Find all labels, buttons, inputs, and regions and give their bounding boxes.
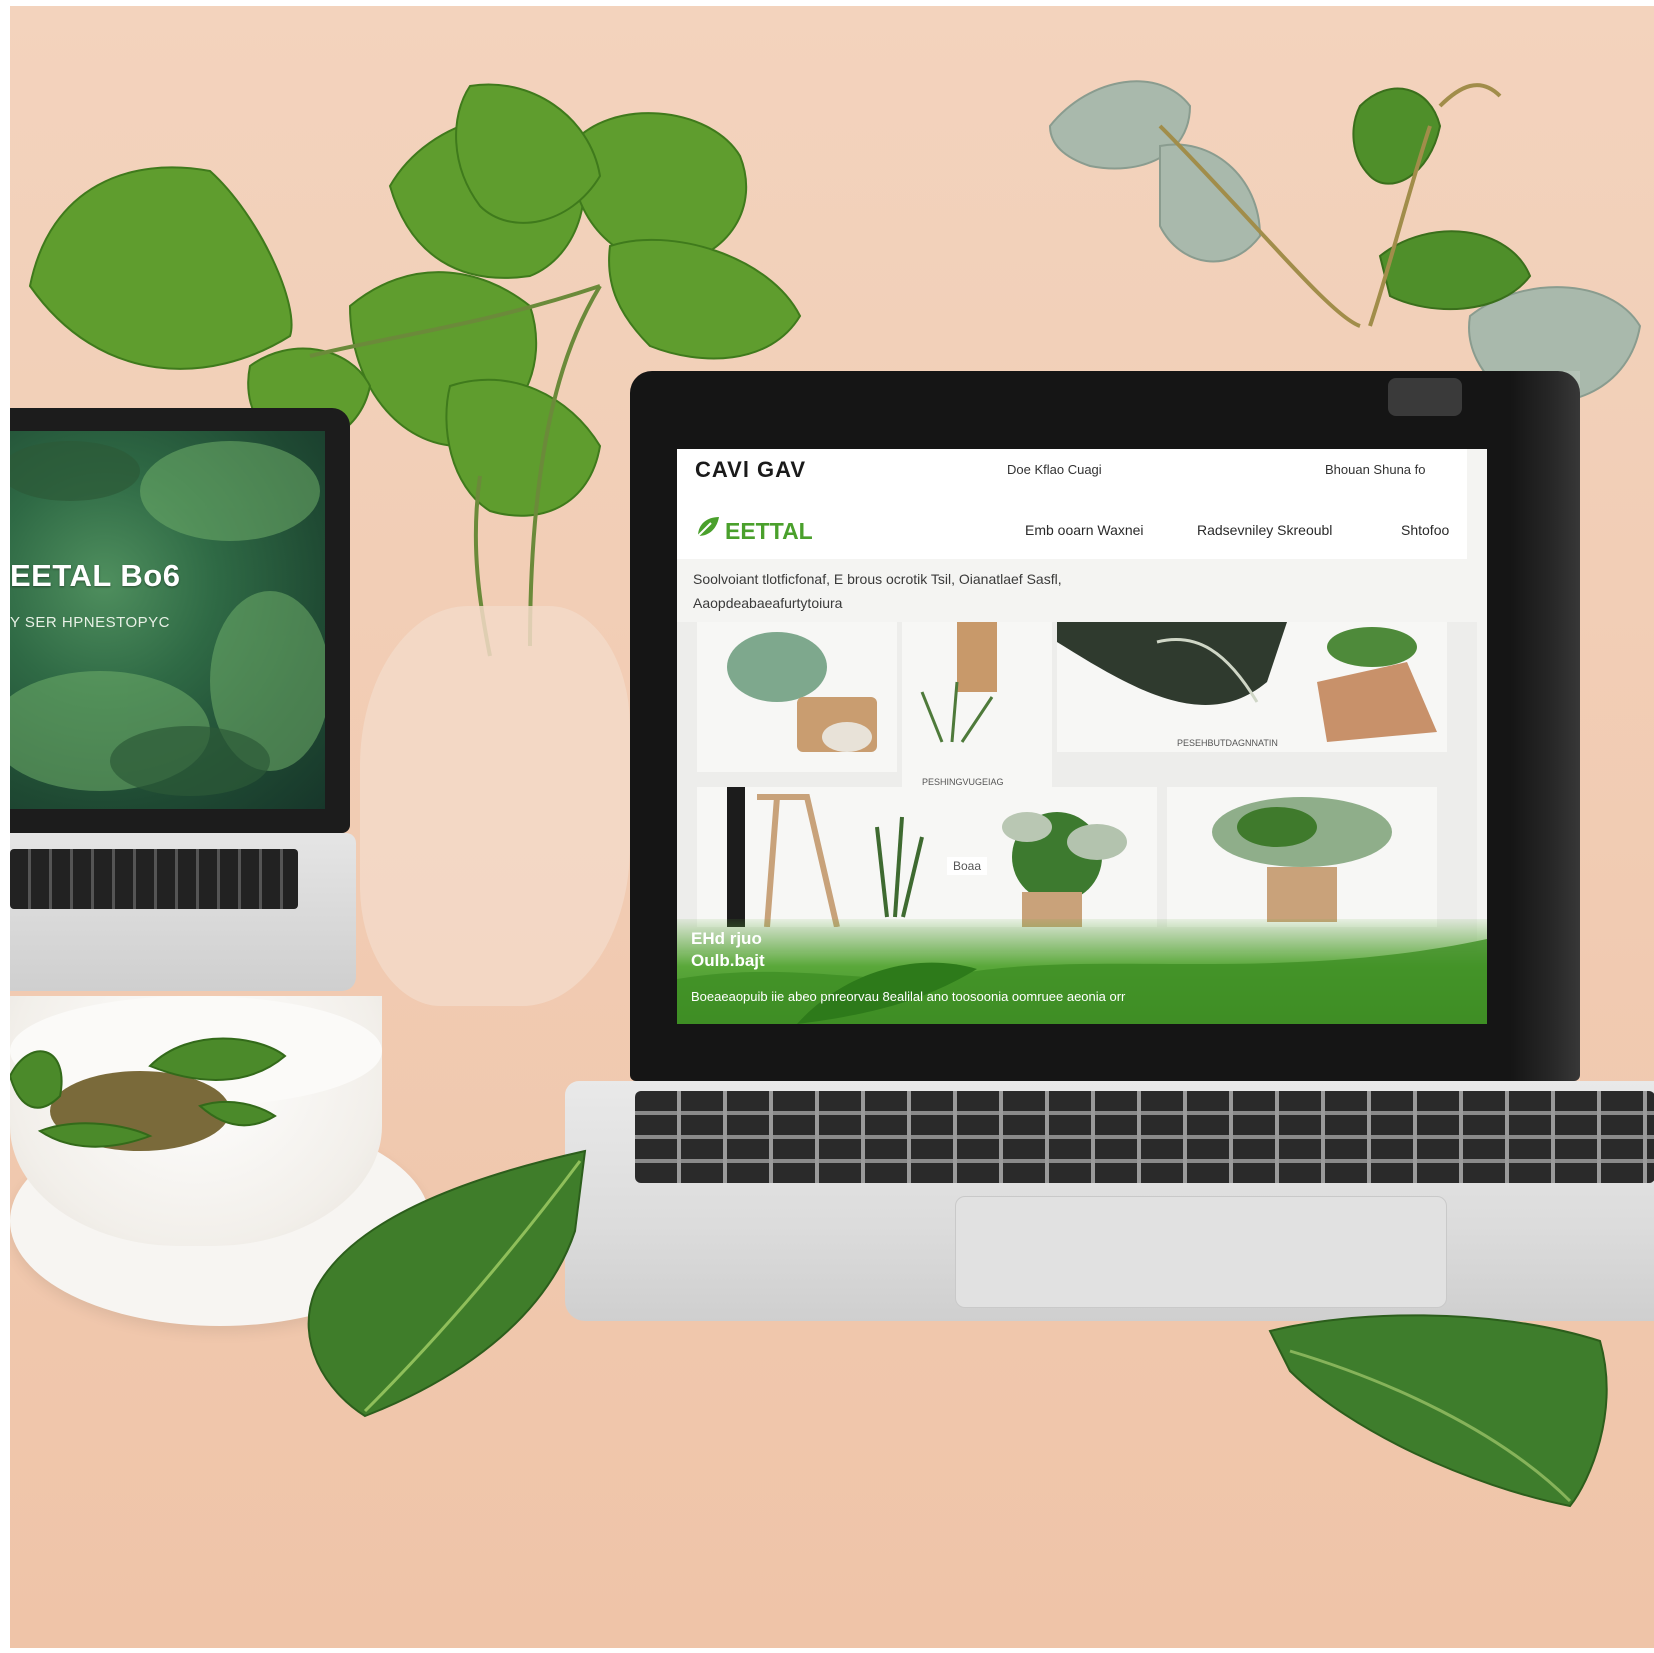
linen-cloth (360, 606, 630, 1006)
gallery-tile-5-label: Boaa (947, 857, 988, 875)
site-navbar: EETTAL Emb ooarn Waxnei Radsevniley Skre… (677, 489, 1467, 559)
hero-heading-line-1: EHd rjuo (691, 929, 762, 948)
gallery-tile-5[interactable]: Boaa (697, 787, 1157, 928)
product-gallery: PESHINGVUGEIAG PESEHBUTDAGNNATIN Boaa (677, 622, 1477, 952)
gallery-tile-1[interactable] (697, 622, 897, 772)
bowl-herbs (10, 1037, 287, 1151)
main-laptop-keyboard (635, 1091, 1654, 1183)
webcam (1388, 378, 1462, 416)
trackpad (955, 1196, 1447, 1308)
topbar-account-link[interactable]: Bhouan Shuna fo (1325, 462, 1425, 477)
leaf-foreground-left (307, 1149, 587, 1418)
nav-link-2[interactable]: Radsevniley Skreoubl (1197, 522, 1332, 538)
gallery-tile-2[interactable]: PESHINGVUGEIAG (902, 622, 1052, 792)
leaf-logo-icon (697, 517, 719, 537)
leaf-foreground-right (1268, 1314, 1608, 1508)
hero-caption: Boeaeaopuib iie abeo pnreorvau 8ealilal … (691, 989, 1126, 1004)
intro-text-line-1: Soolvoiant tlotficfonaf, E brous ocrotik… (693, 571, 1062, 587)
nav-link-3[interactable]: Shtofoo (1401, 522, 1449, 538)
intro-text-line-2: Aaopdeabaeafurtytoiura (693, 595, 843, 611)
nav-link-1[interactable]: Emb ooarn Waxnei (1025, 522, 1144, 538)
left-screen-subtitle: Y SER HPNESTOPYC (10, 614, 170, 631)
site-brand[interactable]: CAVl GAV (695, 457, 806, 483)
gallery-tile-6[interactable] (1167, 787, 1437, 927)
hero-heading-line-2: Oulb.bajt (691, 951, 765, 970)
topbar-links[interactable]: Doe Kflao Cuagi (1007, 462, 1102, 477)
gallery-tile-3[interactable]: PESEHBUTDAGNNATIN (1057, 622, 1307, 752)
gallery-tile-4[interactable] (1297, 622, 1447, 752)
photo-scene: EETAL Bo6 Y SER HPNESTOPYC CAVl GAV Doe … (10, 6, 1654, 1648)
left-laptop-keyboard (10, 849, 298, 909)
gallery-tile-3-label: PESEHBUTDAGNNATIN (1177, 738, 1278, 748)
main-laptop-screen: CAVl GAV Doe Kflao Cuagi Bhouan Shuna fo… (677, 449, 1487, 1024)
left-screen-title: EETAL Bo6 (10, 558, 181, 593)
screen-glare (1510, 371, 1580, 1081)
hero-banner (677, 919, 1487, 1024)
site-topbar: CAVl GAV Doe Kflao Cuagi Bhouan Shuna fo (677, 449, 1467, 490)
gallery-tile-2-label: PESHINGVUGEIAG (922, 777, 1004, 787)
site-logo-text[interactable]: EETTAL (725, 518, 813, 545)
